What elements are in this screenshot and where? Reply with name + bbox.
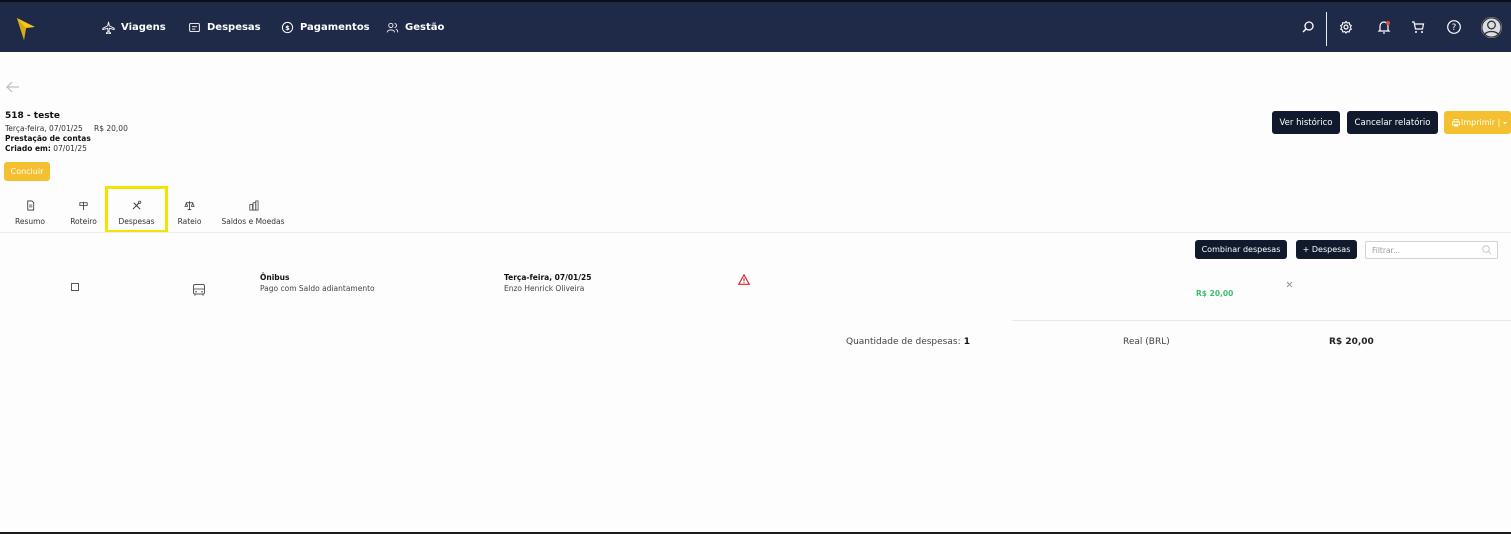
expense-count-label: Quantidade de despesas: <box>846 337 961 347</box>
expense-amount: R$ 20,00 <box>1196 289 1234 298</box>
svg-text:$: $ <box>285 24 290 32</box>
avatar-icon[interactable] <box>1481 17 1502 38</box>
coins-icon <box>248 200 258 211</box>
svg-text:?: ? <box>1452 23 1457 33</box>
nav-item-viagens[interactable]: Viagens <box>102 21 166 34</box>
search-icon[interactable] <box>1300 19 1316 35</box>
search-icon <box>1482 245 1492 255</box>
report-title: 518 - teste <box>5 111 60 121</box>
nav-item-gestao[interactable]: Gestão <box>386 21 444 34</box>
expense-count: Quantidade de despesas: 1 <box>846 337 970 347</box>
logo-icon[interactable] <box>15 14 37 42</box>
expense-category: Ônibus <box>260 273 290 282</box>
expense-count-value: 1 <box>960 337 971 347</box>
signpost-icon <box>79 201 88 211</box>
report-type: Prestação de contas <box>5 134 91 143</box>
summary-total: R$ 20,00 <box>1329 337 1374 347</box>
tab-roteiro[interactable]: Roteiro <box>68 200 99 226</box>
print-button[interactable]: Imprimir | <box>1444 111 1511 134</box>
tab-label: Resumo <box>14 217 46 226</box>
expense-payment: Pago com Saldo adiantamento <box>260 284 375 293</box>
created-value: 07/01/25 <box>50 144 87 153</box>
report-date: Terça-feira, 07/01/25 <box>5 124 83 133</box>
tab-saldos-e-moedas[interactable]: Saldos e Moedas <box>220 200 286 226</box>
top-navigation-bar: Viagens Despesas $ Pagamentos Gestão ? <box>0 0 1511 52</box>
report-amount: R$ 20,00 <box>94 124 128 133</box>
conclude-button[interactable]: Concluir <box>4 162 50 181</box>
tabs-divider <box>0 232 1511 233</box>
view-history-button[interactable]: Ver histórico <box>1272 111 1340 134</box>
help-icon[interactable]: ? <box>1446 19 1462 35</box>
close-icon[interactable] <box>1286 281 1293 288</box>
created-label: Criado em: <box>5 144 51 153</box>
combine-expenses-button[interactable]: Combinar despesas <box>1195 240 1287 259</box>
print-label: Imprimir | <box>1461 118 1501 127</box>
dollar-circle-icon: $ <box>281 21 294 34</box>
nav-label: Viagens <box>121 22 166 33</box>
document-icon <box>26 200 34 211</box>
nav-label: Pagamentos <box>300 22 370 33</box>
tab-label: Roteiro <box>70 217 97 226</box>
bell-icon[interactable] <box>1376 19 1392 35</box>
nav-label: Gestão <box>405 22 445 33</box>
scale-icon <box>184 201 195 211</box>
warning-icon[interactable] <box>738 274 750 285</box>
tab-rateio[interactable]: Rateio <box>176 200 203 226</box>
cancel-report-button[interactable]: Cancelar relatório <box>1347 111 1438 134</box>
nav-item-pagamentos[interactable]: $ Pagamentos <box>281 21 370 34</box>
printer-icon <box>1452 118 1460 126</box>
users-icon <box>386 22 399 33</box>
active-tab-highlight <box>105 186 168 233</box>
tab-resumo[interactable]: Resumo <box>14 200 46 226</box>
topbar-divider <box>1326 12 1327 46</box>
expense-date: Terça-feira, 07/01/25 <box>504 273 592 282</box>
cart-icon[interactable] <box>1410 19 1426 35</box>
filter-input[interactable] <box>1365 241 1498 259</box>
report-created: Criado em: 07/01/25 <box>5 144 87 153</box>
summary-currency: Real (BRL) <box>1123 337 1170 347</box>
tab-label: Rateio <box>177 217 202 226</box>
expense-person: Enzo Henrick Oliveira <box>504 284 585 293</box>
plane-icon <box>102 21 115 34</box>
nav-label: Despesas <box>207 22 261 33</box>
receipt-icon <box>189 22 200 33</box>
row-checkbox[interactable] <box>71 283 79 291</box>
bus-icon <box>193 284 205 296</box>
chevron-down-icon <box>1503 121 1508 124</box>
tab-label: Saldos e Moedas <box>221 217 285 226</box>
gear-icon[interactable] <box>1338 19 1354 35</box>
back-arrow-icon[interactable] <box>6 81 20 93</box>
nav-item-despesas[interactable]: Despesas <box>188 21 261 34</box>
add-expense-button[interactable]: + Despesas <box>1296 240 1357 259</box>
summary-divider <box>1012 320 1511 321</box>
